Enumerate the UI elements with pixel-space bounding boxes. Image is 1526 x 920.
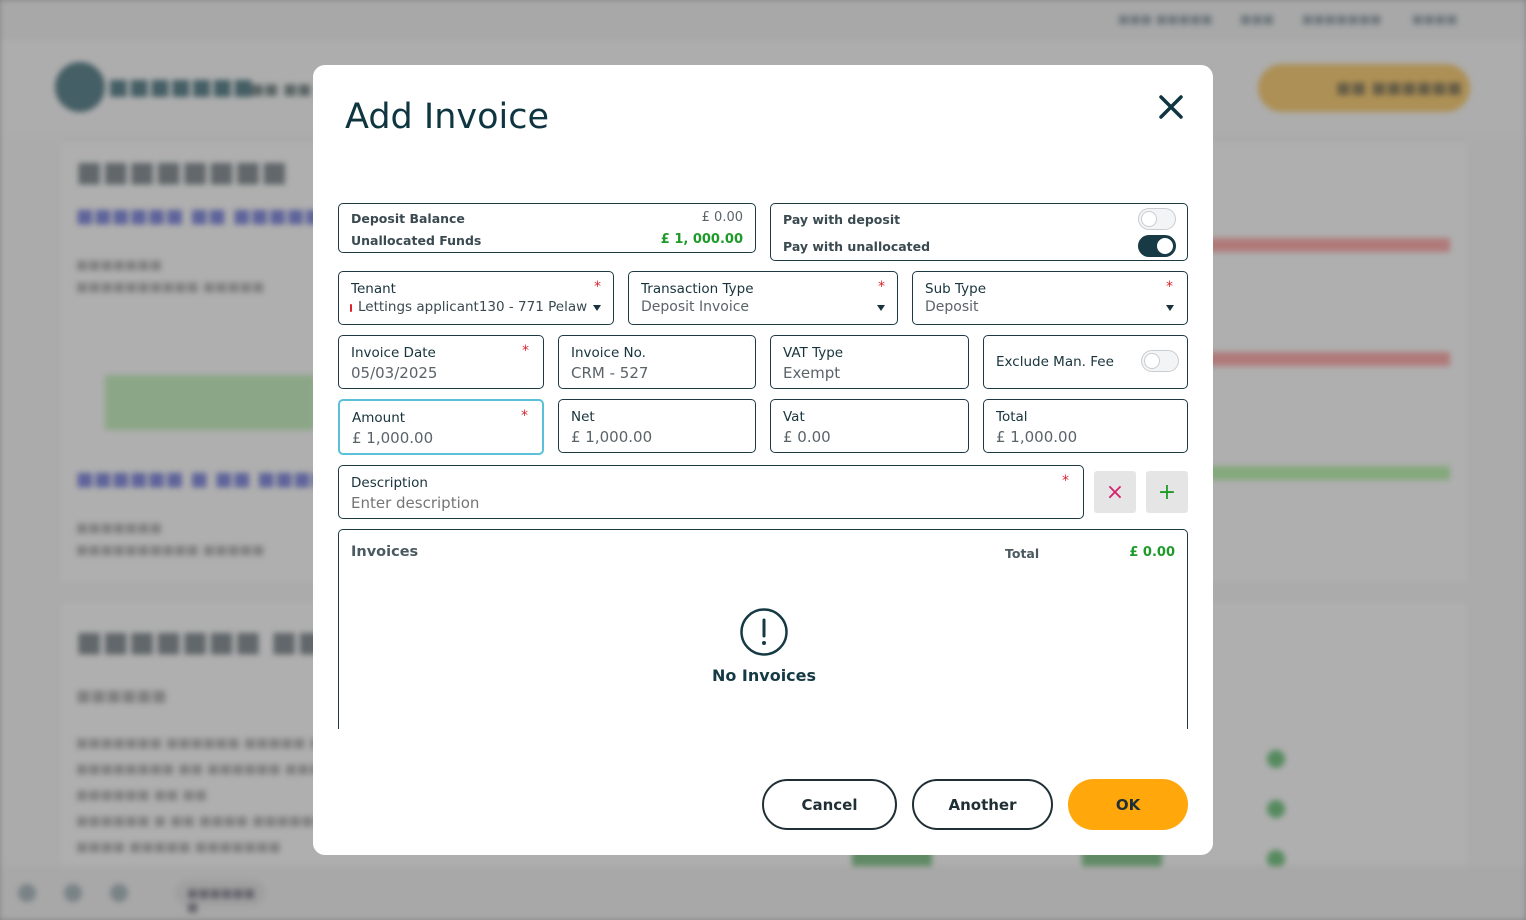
chevron-down-icon <box>1166 305 1174 311</box>
description-input[interactable] <box>351 494 1051 512</box>
vat-type-label: VAT Type <box>783 345 844 361</box>
transaction-type-select[interactable]: Transaction Type * Deposit Invoice <box>628 271 898 325</box>
required-marker: * <box>1062 473 1069 489</box>
ok-button[interactable]: OK <box>1068 779 1188 830</box>
required-marker: * <box>878 279 885 295</box>
vat-label: Vat <box>783 409 805 425</box>
add-line-button[interactable]: + <box>1146 471 1188 513</box>
total-label: Total <box>996 409 1028 425</box>
amount-label: Amount <box>352 410 406 426</box>
invoice-no-field[interactable]: Invoice No. CRM - 527 <box>558 335 756 389</box>
tenant-select[interactable]: Tenant * Lettings applicant130 - 771 Pel… <box>338 271 614 325</box>
cancel-button[interactable]: Cancel <box>762 779 897 830</box>
plus-icon: + <box>1157 479 1177 505</box>
vat-type-field[interactable]: VAT Type Exempt <box>770 335 969 389</box>
invoices-panel: Invoices Total £ 0.00 No Invoices <box>338 529 1188 729</box>
exclude-man-fee-label: Exclude Man. Fee <box>996 354 1114 370</box>
empty-state-text: No Invoices <box>711 666 817 685</box>
net-value: £ 1,000.00 <box>571 428 653 446</box>
toggle-knob <box>1141 211 1157 227</box>
pay-with-unallocated-label: Pay with unallocated <box>783 239 931 254</box>
total-field[interactable]: Total £ 1,000.00 <box>983 399 1188 453</box>
vat-type-value: Exempt <box>783 364 841 382</box>
invoices-total-label: Total <box>1005 546 1040 561</box>
tenant-value: Lettings applicant130 - 771 Pelaw Cres <box>358 299 590 315</box>
sub-type-value: Deposit <box>925 299 979 315</box>
pay-with-unallocated-toggle[interactable] <box>1138 235 1176 257</box>
toggle-knob <box>1157 238 1173 254</box>
invoice-date-label: Invoice Date <box>351 345 436 361</box>
tenant-label: Tenant <box>351 281 396 297</box>
exclude-man-fee-toggle[interactable] <box>1141 350 1179 372</box>
deposit-balance-label: Deposit Balance <box>351 211 465 226</box>
balance-summary: Deposit Balance £ 0.00 Unallocated Funds… <box>338 203 756 253</box>
net-field[interactable]: Net £ 1,000.00 <box>558 399 756 453</box>
required-marker: * <box>521 408 528 424</box>
invoice-date-field[interactable]: Invoice Date * 05/03/2025 <box>338 335 544 389</box>
description-field[interactable]: Description * <box>338 465 1084 519</box>
net-label: Net <box>571 409 595 425</box>
vat-field[interactable]: Vat £ 0.00 <box>770 399 969 453</box>
close-icon <box>1159 95 1183 119</box>
sub-type-select[interactable]: Sub Type * Deposit <box>912 271 1188 325</box>
clear-description-button[interactable]: × <box>1094 471 1136 513</box>
required-marker: * <box>522 343 529 359</box>
alert-icon <box>740 608 788 656</box>
transaction-type-value: Deposit Invoice <box>641 299 750 315</box>
invoice-date-value: 05/03/2025 <box>351 364 438 382</box>
pay-with-deposit-toggle[interactable] <box>1138 208 1176 230</box>
invoices-title: Invoices <box>351 544 419 560</box>
invoice-no-value: CRM - 527 <box>571 364 649 382</box>
exclude-man-fee-field: Exclude Man. Fee <box>983 335 1188 389</box>
description-label: Description <box>351 475 428 491</box>
invoice-no-label: Invoice No. <box>571 345 646 361</box>
invoices-total-value: £ 0.00 <box>1129 545 1175 560</box>
amount-value: £ 1,000.00 <box>352 429 434 447</box>
unallocated-funds-value: £ 1, 000.00 <box>660 232 743 247</box>
transaction-type-label: Transaction Type <box>641 281 754 297</box>
total-value: £ 1,000.00 <box>996 428 1078 446</box>
close-button[interactable] <box>1156 92 1186 122</box>
amount-field[interactable]: Amount * £ 1,000.00 <box>338 399 544 455</box>
status-marker <box>350 304 352 312</box>
pay-with-deposit-label: Pay with deposit <box>783 212 901 227</box>
deposit-balance-value: £ 0.00 <box>701 210 743 225</box>
dialog-title: Add Invoice <box>345 97 550 137</box>
unallocated-funds-label: Unallocated Funds <box>351 233 482 248</box>
sub-type-label: Sub Type <box>925 281 986 297</box>
required-marker: * <box>594 279 601 295</box>
required-marker: * <box>1166 279 1173 295</box>
toggle-knob <box>1144 353 1160 369</box>
payment-options: Pay with deposit Pay with unallocated <box>770 203 1188 261</box>
close-icon: × <box>1105 479 1125 505</box>
vat-value: £ 0.00 <box>783 428 831 446</box>
chevron-down-icon <box>877 305 885 311</box>
add-invoice-dialog: Add Invoice Deposit Balance £ 0.00 Unall… <box>313 65 1213 855</box>
another-button[interactable]: Another <box>912 779 1053 830</box>
chevron-down-icon <box>593 305 601 311</box>
